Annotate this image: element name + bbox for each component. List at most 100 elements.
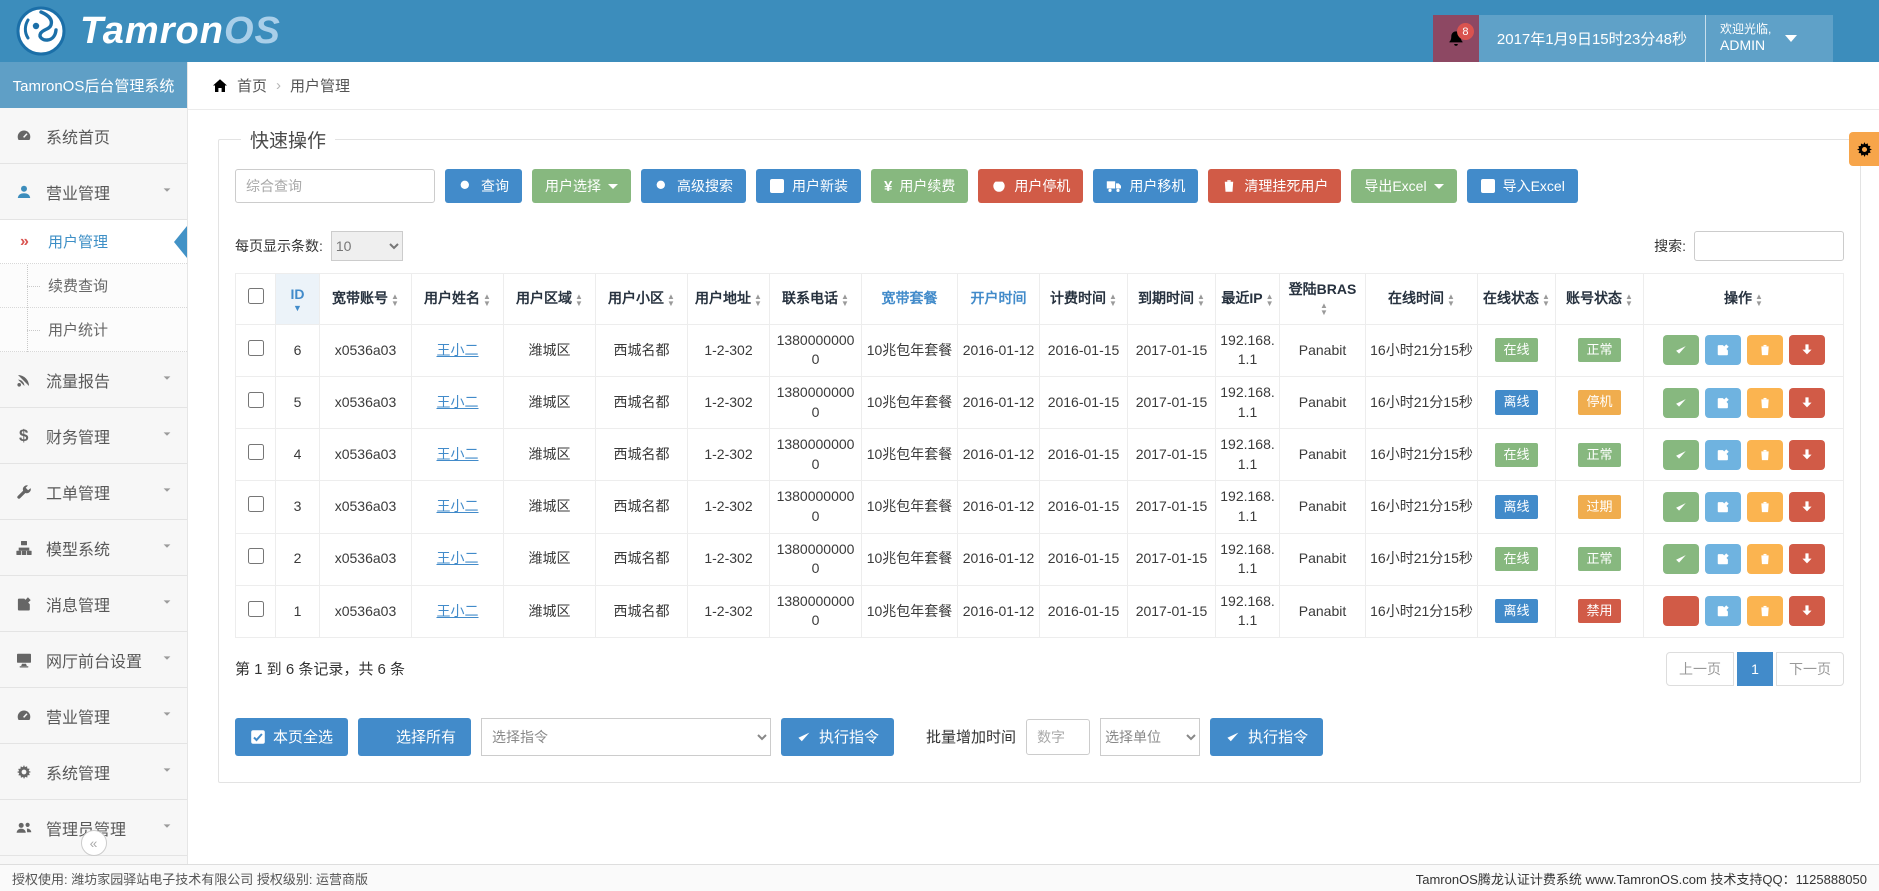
- download-button[interactable]: [1789, 544, 1825, 574]
- user-select-button[interactable]: 用户选择: [532, 169, 631, 203]
- confirm-button[interactable]: [1663, 335, 1699, 365]
- query-button[interactable]: 查询: [445, 169, 522, 203]
- download-button[interactable]: [1789, 596, 1825, 626]
- edit-button[interactable]: [1705, 492, 1741, 522]
- download-button[interactable]: [1789, 492, 1825, 522]
- column-header-online_status[interactable]: 在线状态▲▼: [1478, 274, 1556, 325]
- cancel-button[interactable]: [1663, 596, 1699, 626]
- sidebar-subitem[interactable]: 用户统计: [0, 308, 187, 352]
- column-header-plan[interactable]: 宽带套餐: [862, 274, 958, 325]
- table-search-input[interactable]: [1694, 231, 1844, 261]
- unit-select[interactable]: 选择单位: [1100, 718, 1200, 756]
- sidebar-item-9[interactable]: 系统管理: [0, 744, 187, 800]
- rss-icon: [16, 372, 32, 388]
- row-checkbox[interactable]: [248, 392, 264, 408]
- user-renew-button[interactable]: ¥用户续费: [871, 169, 968, 203]
- column-header-ip[interactable]: 最近IP▲▼: [1216, 274, 1280, 325]
- delete-button[interactable]: [1747, 388, 1783, 418]
- sidebar-subitem[interactable]: »用户管理: [0, 220, 187, 264]
- combined-search-input[interactable]: [235, 169, 435, 203]
- column-header-community[interactable]: 用户小区▲▼: [596, 274, 688, 325]
- column-header-account[interactable]: 宽带账号▲▼: [320, 274, 412, 325]
- sidebar-subitem[interactable]: 续费查询: [0, 264, 187, 308]
- select-all-checkbox[interactable]: [248, 288, 264, 304]
- page-1-button[interactable]: 1: [1737, 652, 1773, 686]
- row-checkbox[interactable]: [248, 548, 264, 564]
- delete-button[interactable]: [1747, 596, 1783, 626]
- confirm-button[interactable]: [1663, 544, 1699, 574]
- sidebar-item-1[interactable]: 营业管理: [0, 164, 187, 220]
- user-name-link[interactable]: 王小二: [437, 603, 479, 619]
- execute-batch-button[interactable]: 执行指令: [1210, 718, 1323, 756]
- sidebar-item-2[interactable]: 流量报告: [0, 352, 187, 408]
- user-name-link[interactable]: 王小二: [437, 342, 479, 358]
- user-new-install-button[interactable]: 用户新装: [756, 169, 861, 203]
- delete-button[interactable]: [1747, 492, 1783, 522]
- row-checkbox[interactable]: [248, 340, 264, 356]
- delete-button[interactable]: [1747, 440, 1783, 470]
- sidebar-item-4[interactable]: 工单管理: [0, 464, 187, 520]
- edit-button[interactable]: [1705, 544, 1741, 574]
- sidebar-item-5[interactable]: 模型系统: [0, 520, 187, 576]
- sidebar-item-8[interactable]: 营业管理: [0, 688, 187, 744]
- delete-button[interactable]: [1747, 544, 1783, 574]
- user-name-link[interactable]: 王小二: [437, 394, 479, 410]
- sidebar-item-0[interactable]: 系统首页: [0, 108, 187, 164]
- column-header-actions[interactable]: 操作▲▼: [1644, 274, 1844, 325]
- row-checkbox[interactable]: [248, 496, 264, 512]
- edit-button[interactable]: [1705, 388, 1741, 418]
- next-page-button[interactable]: 下一页: [1776, 652, 1844, 686]
- column-header-phone[interactable]: 联系电话▲▼: [770, 274, 862, 325]
- advanced-search-button[interactable]: 高级搜索: [641, 169, 746, 203]
- edit-button[interactable]: [1705, 596, 1741, 626]
- delete-button[interactable]: [1747, 335, 1783, 365]
- select-page-button[interactable]: 本页全选: [235, 718, 348, 756]
- column-header-account_status[interactable]: 账号状态▲▼: [1556, 274, 1644, 325]
- download-button[interactable]: [1789, 388, 1825, 418]
- users-icon: [16, 820, 32, 836]
- admin-menu[interactable]: 欢迎光临, ADMIN: [1705, 15, 1833, 62]
- column-header-expire_date[interactable]: 到期时间▲▼: [1128, 274, 1216, 325]
- column-header-online_time[interactable]: 在线时间▲▼: [1366, 274, 1478, 325]
- column-header-open_date[interactable]: 开户时间: [958, 274, 1040, 325]
- user-name-link[interactable]: 王小二: [437, 446, 479, 462]
- batch-number-input[interactable]: [1026, 719, 1090, 755]
- prev-page-button[interactable]: 上一页: [1666, 652, 1734, 686]
- edit-button[interactable]: [1705, 440, 1741, 470]
- execute-command-button[interactable]: 执行指令: [781, 718, 894, 756]
- clean-dead-users-button[interactable]: 清理挂死用户: [1208, 169, 1341, 203]
- per-page-select[interactable]: 10: [331, 231, 403, 261]
- trash-icon: [1758, 604, 1772, 618]
- confirm-button[interactable]: [1663, 492, 1699, 522]
- sidebar-item-3[interactable]: $财务管理: [0, 408, 187, 464]
- user-name-link[interactable]: 王小二: [437, 550, 479, 566]
- confirm-button[interactable]: [1663, 388, 1699, 418]
- sidebar-collapse-button[interactable]: «: [81, 830, 107, 856]
- settings-gear-button[interactable]: [1849, 132, 1879, 166]
- download-button[interactable]: [1789, 335, 1825, 365]
- command-select[interactable]: 选择指令: [481, 718, 771, 756]
- column-header-id[interactable]: ID▼: [276, 274, 320, 325]
- column-header-bras[interactable]: 登陆BRAS▲▼: [1280, 274, 1366, 325]
- row-checkbox[interactable]: [248, 601, 264, 617]
- export-excel-button[interactable]: 导出Excel: [1351, 169, 1456, 203]
- trash-icon: [1758, 448, 1772, 462]
- user-move-button[interactable]: 用户移机: [1093, 169, 1198, 203]
- download-button[interactable]: [1789, 440, 1825, 470]
- confirm-button[interactable]: [1663, 440, 1699, 470]
- breadcrumb-home[interactable]: 首页: [237, 75, 267, 96]
- sidebar-item-7[interactable]: 网厅前台设置: [0, 632, 187, 688]
- cell-bill_date: 2016-01-15: [1040, 585, 1128, 637]
- notifications-button[interactable]: 8: [1433, 15, 1479, 62]
- edit-button[interactable]: [1705, 335, 1741, 365]
- row-checkbox[interactable]: [248, 444, 264, 460]
- select-all-button[interactable]: 选择所有: [358, 718, 471, 756]
- user-stop-button[interactable]: 用户停机: [978, 169, 1083, 203]
- import-excel-button[interactable]: 导入Excel: [1467, 169, 1578, 203]
- sidebar-item-6[interactable]: 消息管理: [0, 576, 187, 632]
- column-header-bill_date[interactable]: 计费时间▲▼: [1040, 274, 1128, 325]
- column-header-region[interactable]: 用户区域▲▼: [504, 274, 596, 325]
- column-header-address[interactable]: 用户地址▲▼: [688, 274, 770, 325]
- user-name-link[interactable]: 王小二: [437, 498, 479, 514]
- column-header-name[interactable]: 用户姓名▲▼: [412, 274, 504, 325]
